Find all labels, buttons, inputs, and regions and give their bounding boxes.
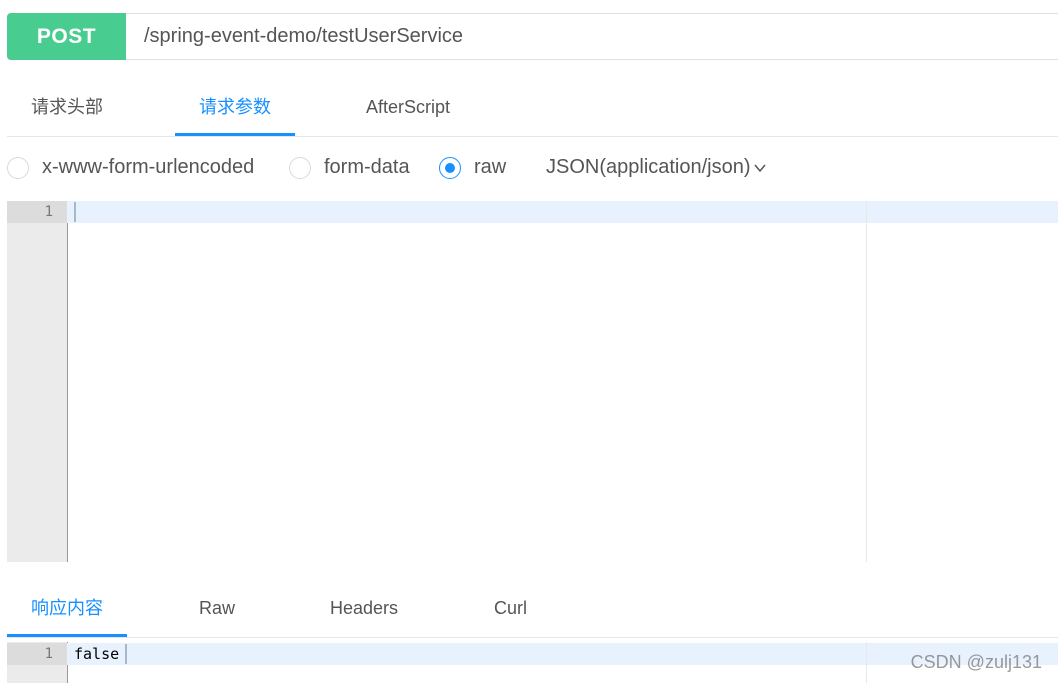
tab-response-content[interactable]: 响应内容 <box>31 589 103 627</box>
print-margin <box>866 642 867 683</box>
chevron-down-icon <box>753 164 766 172</box>
tab-raw[interactable]: Raw <box>199 589 235 627</box>
content-type-select[interactable]: JSON(application/json) <box>546 156 767 179</box>
url-bar: POST /spring-event-demo/testUserService <box>7 13 1058 60</box>
tab-headers[interactable]: Headers <box>330 589 398 627</box>
radio-form-data[interactable]: form-data <box>289 156 410 179</box>
url-input[interactable]: /spring-event-demo/testUserService <box>144 14 463 59</box>
radio-label: form-data <box>324 156 410 178</box>
tab-request-headers[interactable]: 请求头部 <box>31 87 103 127</box>
radio-label: x-www-form-urlencoded <box>42 156 255 178</box>
response-tabs: 响应内容 Raw Headers Curl <box>7 589 1058 638</box>
line-number: 1 <box>44 646 53 662</box>
method-badge[interactable]: POST <box>7 13 126 60</box>
radio-circle[interactable] <box>7 156 29 179</box>
response-body-editor[interactable]: 1 false <box>7 642 1058 683</box>
tab-after-script[interactable]: AfterScript <box>366 87 450 127</box>
radio-label: raw <box>474 156 507 178</box>
request-tabs: 请求头部 请求参数 AfterScript <box>7 87 1058 137</box>
active-tab-indicator <box>175 133 295 136</box>
print-margin <box>866 201 867 562</box>
active-tab-indicator <box>7 634 127 637</box>
text-cursor <box>74 202 76 222</box>
code-line[interactable]: false <box>74 643 119 665</box>
line-number: 1 <box>44 204 53 220</box>
editor-gutter <box>7 201 68 562</box>
radio-urlencoded[interactable]: x-www-form-urlencoded <box>7 156 254 179</box>
radio-raw[interactable]: raw <box>439 156 506 179</box>
tab-request-params[interactable]: 请求参数 <box>199 87 271 127</box>
tab-curl[interactable]: Curl <box>494 589 527 627</box>
request-body-editor[interactable]: 1 <box>7 201 1058 562</box>
radio-circle-checked[interactable] <box>439 156 461 179</box>
radio-circle[interactable] <box>289 156 311 179</box>
watermark: CSDN @zulj131 <box>910 652 1042 672</box>
active-line-highlight <box>7 201 1058 223</box>
body-type-group: x-www-form-urlencoded form-data raw JSON… <box>7 150 1007 186</box>
active-line-highlight <box>7 643 1058 665</box>
content-type-value: JSON(application/json) <box>546 156 751 178</box>
text-cursor <box>125 644 127 664</box>
